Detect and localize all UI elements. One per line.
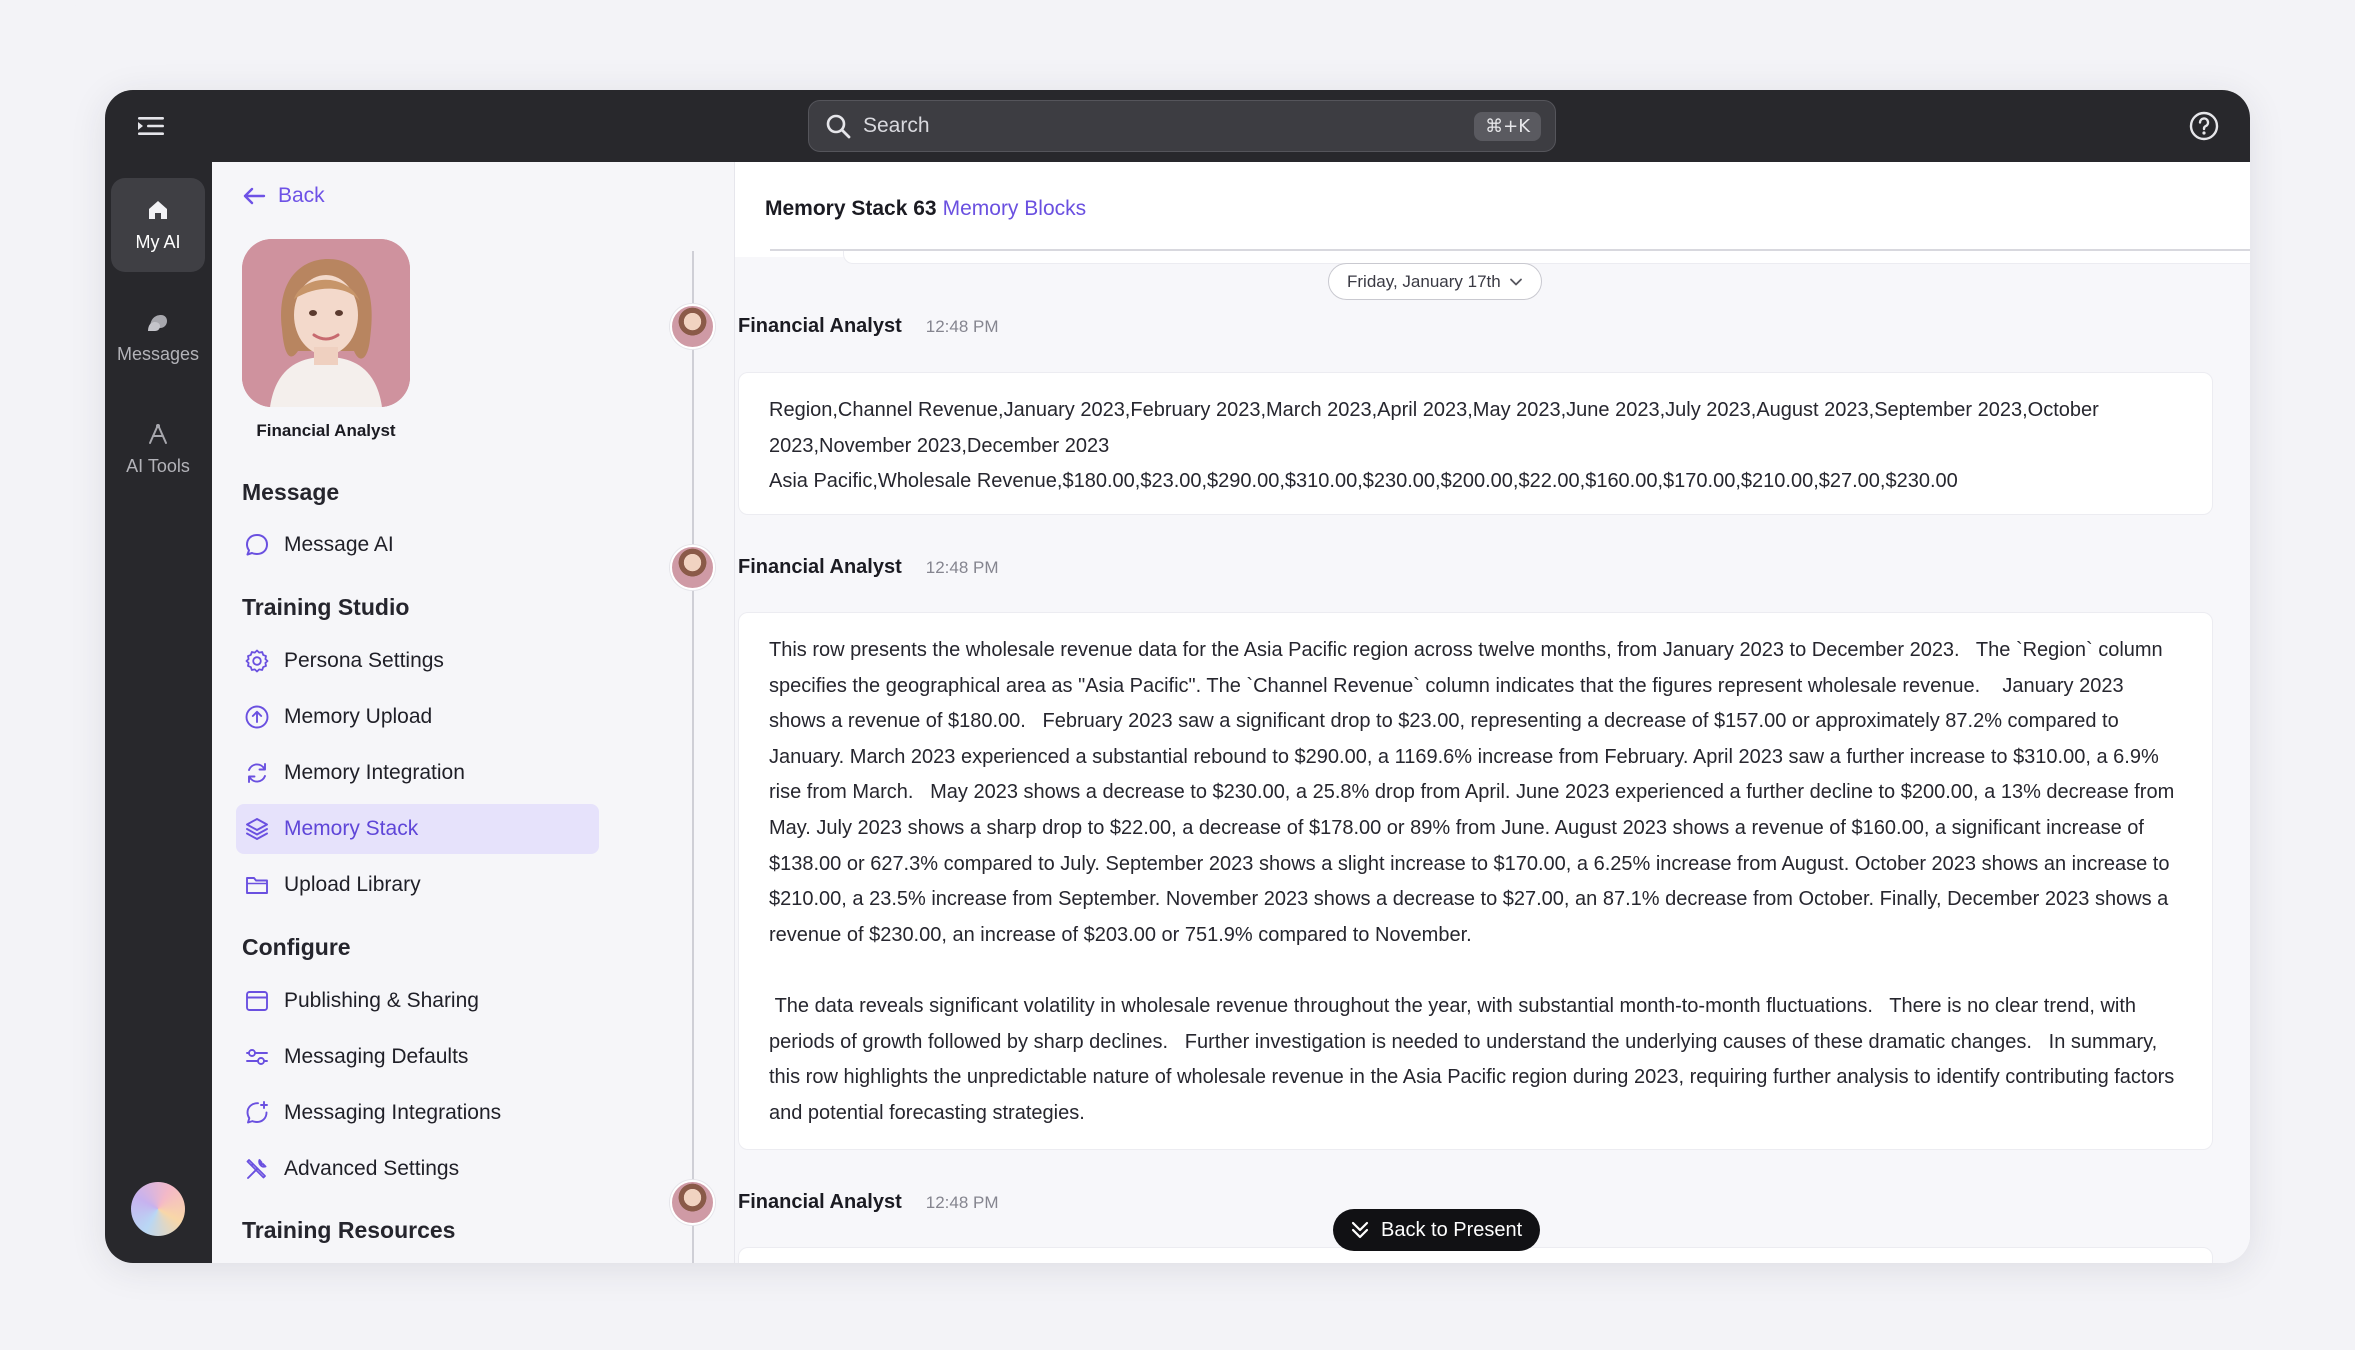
message-header: Financial Analyst 12:48 PM [670, 545, 999, 590]
message-time: 12:48 PM [925, 557, 999, 577]
author-avatar[interactable] [670, 304, 715, 349]
nav-item-upload-library[interactable]: Upload Library [236, 860, 599, 910]
browser-window-icon [246, 991, 268, 1011]
ai-tools-icon [149, 423, 167, 444]
app-rail: My AI Messages AI Tools [105, 162, 212, 1263]
app-window: Search ⌘+K My AI Messages AI Tools Back … [105, 90, 2250, 1263]
nav-item-messaging-defaults[interactable]: Messaging Defaults [236, 1032, 599, 1082]
chat-plus-icon [246, 1101, 268, 1124]
section-title-configure: Configure [242, 934, 351, 960]
nav-item-publishing-sharing[interactable]: Publishing & Sharing [236, 976, 599, 1026]
back-to-present-button[interactable]: Back to Present [1333, 1209, 1541, 1251]
nav-item-label: Messaging Defaults [284, 1045, 469, 1068]
nav-item-label: Message AI [284, 533, 394, 556]
help-button[interactable] [2188, 110, 2220, 142]
message-header: Financial Analyst 12:48 PM [670, 1180, 999, 1225]
search-icon [826, 114, 851, 139]
gear-icon [245, 649, 269, 673]
nav-item-memory-integration[interactable]: Memory Integration [236, 748, 599, 798]
refresh-icon [248, 763, 266, 783]
message-card: Region,Channel Revenue,January 2023,Febr… [738, 372, 2213, 515]
back-link[interactable]: Back [242, 184, 325, 208]
help-icon [2189, 111, 2219, 141]
message-card: This row presents the wholesale revenue … [738, 612, 2213, 1150]
message-time: 12:48 PM [925, 1192, 999, 1212]
tools-icon [246, 1159, 267, 1179]
nav-item-message-ai[interactable]: Message AI [236, 520, 599, 570]
upload-circle-icon [245, 705, 269, 729]
menu-icon [138, 117, 164, 135]
arrow-left-icon [243, 187, 266, 205]
back-to-present-label: Back to Present [1381, 1218, 1523, 1241]
sidebar: Back Financial Analyst Message Message A… [212, 162, 735, 1263]
double-chevron-down-icon [1351, 1221, 1369, 1239]
section-title-message: Message [242, 479, 340, 505]
rail-item-label: AI Tools [126, 455, 190, 476]
persona-photo [242, 239, 410, 407]
date-selector[interactable]: Friday, January 17th [1328, 263, 1542, 300]
nav-item-label: Publishing & Sharing [284, 989, 479, 1012]
nav-item-advanced-settings[interactable]: Advanced Settings [236, 1144, 599, 1194]
nav-item-persona-settings[interactable]: Persona Settings [236, 636, 599, 686]
previous-card-edge [843, 251, 2250, 264]
section-title-training-resources: Training Resources [242, 1217, 456, 1243]
breadcrumb-current: Memory Stack 63 [765, 197, 937, 220]
persona-portrait-icon [242, 239, 410, 407]
rail-item-label: Messages [116, 343, 200, 364]
nav-item-label: Advanced Settings [284, 1157, 460, 1180]
folder-icon [246, 877, 268, 894]
message-time: 12:48 PM [925, 316, 999, 336]
sliders-icon [246, 1049, 268, 1065]
nav-item-label: Memory Integration [284, 761, 465, 784]
user-avatar[interactable] [131, 1182, 185, 1236]
home-icon [149, 200, 167, 219]
layers-icon [246, 818, 268, 840]
nav-item-memory-stack[interactable]: Memory Stack [236, 804, 599, 854]
message-author: Financial Analyst [738, 315, 902, 337]
author-avatar[interactable] [670, 1180, 715, 1225]
timeline-line [692, 251, 694, 1263]
back-label: Back [278, 184, 325, 207]
nav-item-label: Upload Library [284, 873, 421, 896]
main-header: Memory Stack 63 Memory Blocks [735, 162, 2250, 257]
nav-item-label: Memory Stack [284, 817, 419, 840]
date-label: Friday, January 17th [1347, 271, 1501, 291]
nav-item-label: Memory Upload [284, 705, 433, 728]
rail-item-messages[interactable]: Messages [111, 290, 205, 384]
nav-item-messaging-integrations[interactable]: Messaging Integrations [236, 1088, 599, 1138]
rail-item-label: My AI [135, 231, 181, 252]
rail-item-my-ai[interactable]: My AI [111, 178, 205, 272]
nav-item-label: Messaging Integrations [284, 1101, 502, 1124]
search-placeholder: Search [863, 114, 930, 137]
author-avatar[interactable] [670, 545, 715, 590]
nav-item-memory-upload[interactable]: Memory Upload [236, 692, 599, 742]
breadcrumb: Memory Stack 63 Memory Blocks [765, 197, 1086, 221]
chat-bubble-icon [246, 534, 268, 556]
top-bar: Search ⌘+K [105, 90, 2250, 162]
message-author: Financial Analyst [738, 556, 902, 578]
breadcrumb-link-memory-blocks[interactable]: Memory Blocks [943, 197, 1087, 220]
messages-icon [148, 314, 167, 331]
search-shortcut-badge: ⌘+K [1474, 112, 1541, 141]
chevron-down-icon [1509, 278, 1522, 285]
menu-toggle-button[interactable] [135, 110, 167, 142]
nav-item-label: Persona Settings [284, 649, 444, 672]
section-title-training-studio: Training Studio [242, 594, 410, 620]
message-header: Financial Analyst 12:48 PM [670, 304, 999, 349]
message-author: Financial Analyst [738, 1191, 902, 1213]
rail-item-ai-tools[interactable]: AI Tools [111, 402, 205, 496]
persona-name: Financial Analyst [256, 421, 396, 440]
search-input[interactable]: Search ⌘+K [808, 100, 1556, 152]
